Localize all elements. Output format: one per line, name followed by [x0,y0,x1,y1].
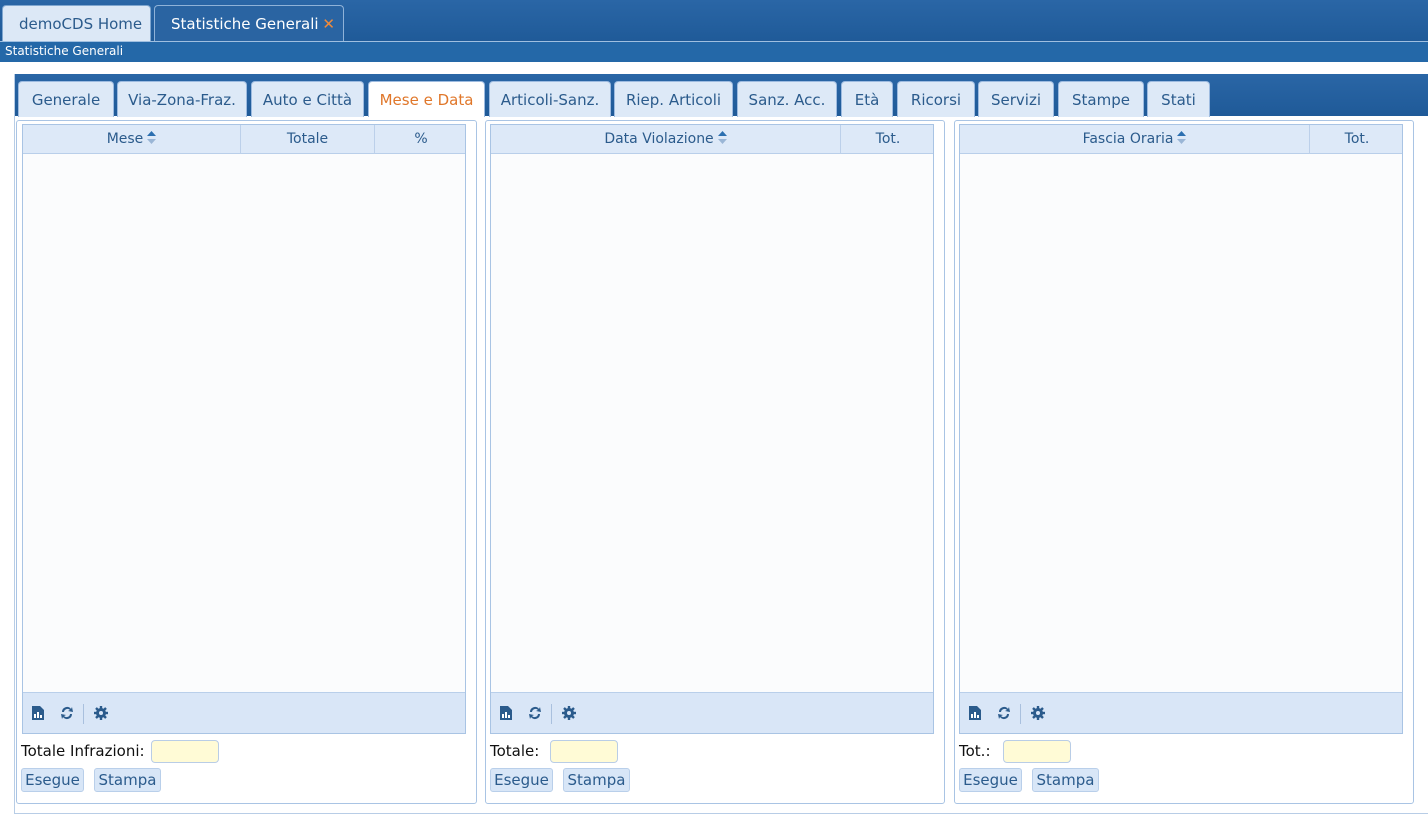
tab-via-zona-fraz[interactable]: Via-Zona-Fraz. [117,81,247,117]
column-label: Totale [286,131,329,147]
column-fascia-oraria[interactable]: Fascia Oraria [960,125,1310,154]
sort-icon[interactable] [717,130,727,144]
tab-label: Auto e Città [262,91,353,109]
tot-field[interactable] [1003,740,1071,763]
tab-label: Sanz. Acc. [748,91,826,109]
tab-label: Generale [31,91,101,109]
total-label: Tot.: [959,742,991,760]
tab-sanz-acc[interactable]: Sanz. Acc. [737,81,837,117]
tab-label: Ricorsi [910,91,962,109]
export-chart-icon[interactable] [967,705,983,721]
tab-democds-home[interactable]: demoCDS Home [2,5,151,42]
tab-auto-e-citta[interactable]: Auto e Città [251,81,364,117]
esegue-button[interactable]: Esegue [490,768,553,792]
export-chart-icon[interactable] [498,705,514,721]
settings-icon[interactable] [93,705,109,721]
section-tab-bar: Generale Via-Zona-Fraz. Auto e Città Mes… [15,74,1428,117]
stampa-button[interactable]: Stampa [1032,768,1099,792]
app-tab-bar: demoCDS Home Statistiche Generali ✕ [0,0,1428,42]
tab-label: Riep. Articoli [625,91,722,109]
stampa-button[interactable]: Stampa [563,768,630,792]
esegue-button[interactable]: Esegue [959,768,1022,792]
panel-data-violazione: Data Violazione Tot. Totale: Esegue Stam… [485,120,945,804]
tab-articoli-sanz[interactable]: Articoli-Sanz. [489,81,611,117]
tab-label: Articoli-Sanz. [500,91,600,109]
grid-data-violazione: Data Violazione Tot. [490,124,934,734]
totale-field[interactable] [550,740,618,763]
divider [1020,704,1021,724]
grid-mese: Mese Totale % [22,124,466,734]
grid-fascia-oraria: Fascia Oraria Tot. [959,124,1403,734]
divider [83,704,84,724]
stampa-button[interactable]: Stampa [94,768,161,792]
total-label: Totale: [490,742,540,760]
settings-icon[interactable] [1030,705,1046,721]
total-infrazioni-field[interactable] [151,740,219,763]
column-totale[interactable]: Totale [241,125,375,154]
close-icon[interactable]: ✕ [322,6,335,42]
tab-label: Stati [1161,91,1196,109]
tab-mese-e-data[interactable]: Mese e Data [368,81,485,117]
column-tot[interactable]: Tot. [1310,125,1404,154]
column-label: Tot. [875,131,901,147]
page-title: Statistiche Generali [5,44,124,58]
column-label: % [414,131,428,147]
grid-header: Data Violazione Tot. [491,125,933,154]
tab-statistiche-generali[interactable]: Statistiche Generali ✕ [154,5,344,42]
export-chart-icon[interactable] [30,705,46,721]
esegue-button[interactable]: Esegue [21,768,84,792]
tab-label: demoCDS Home [19,15,143,33]
column-percent[interactable]: % [375,125,467,154]
panel-mese: Mese Totale % Totale Infrazioni: Esegue … [16,120,477,804]
total-label: Totale Infrazioni: [21,742,145,760]
panel-fascia-oraria: Fascia Oraria Tot. Tot.: Esegue Stampa [954,120,1414,804]
column-label: Tot. [1344,131,1370,147]
column-label: Fascia Oraria [1082,131,1174,147]
grid-header: Fascia Oraria Tot. [960,125,1402,154]
tab-stampe[interactable]: Stampe [1058,81,1144,117]
tab-label: Via-Zona-Fraz. [128,91,236,109]
grid-toolbar [960,692,1402,733]
page-title-bar: Statistiche Generali [0,42,1428,62]
column-label: Data Violazione [604,131,714,147]
tab-servizi[interactable]: Servizi [978,81,1054,117]
tab-riep-articoli[interactable]: Riep. Articoli [614,81,733,117]
tab-label: Età [854,91,880,109]
refresh-icon[interactable] [527,705,543,721]
tab-ricorsi[interactable]: Ricorsi [897,81,975,117]
column-tot[interactable]: Tot. [841,125,935,154]
refresh-icon[interactable] [59,705,75,721]
tab-eta[interactable]: Età [841,81,893,117]
grid-toolbar [491,692,933,733]
tab-label: Stampe [1072,91,1130,109]
column-label: Mese [106,131,144,147]
tab-label: Mese e Data [379,91,474,109]
tab-stati[interactable]: Stati [1147,81,1210,117]
tab-generale[interactable]: Generale [18,81,114,117]
tab-label: Statistiche Generali [171,15,319,33]
grid-header: Mese Totale % [23,125,465,154]
grid-toolbar [23,692,465,733]
settings-icon[interactable] [561,705,577,721]
refresh-icon[interactable] [996,705,1012,721]
sort-icon[interactable] [147,130,157,144]
tab-label: Servizi [990,91,1041,109]
column-data-violazione[interactable]: Data Violazione [491,125,841,154]
column-mese[interactable]: Mese [23,125,241,154]
sort-icon[interactable] [1177,130,1187,144]
divider [551,704,552,724]
